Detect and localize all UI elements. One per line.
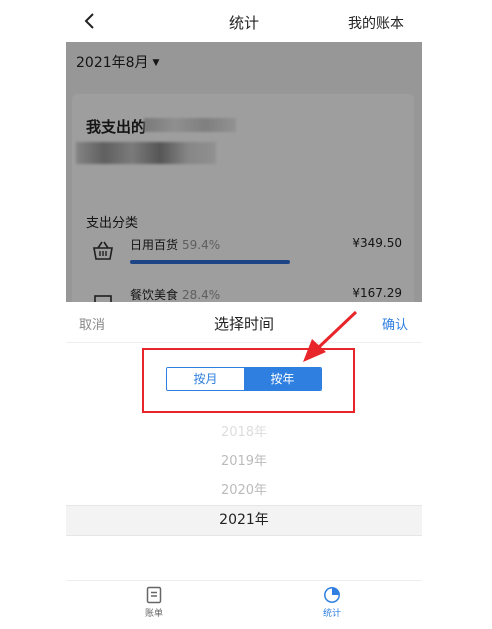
year-option[interactable]: 2018年 <box>66 418 422 447</box>
time-picker-sheet: 取消 选择时间 确认 按月 按年 2018年 2019年 2020年 2021年 <box>66 302 422 580</box>
my-ledger-link[interactable]: 我的账本 <box>348 13 404 33</box>
tab-bill[interactable]: 账单 <box>124 586 184 619</box>
sheet-header: 取消 选择时间 确认 <box>66 302 422 343</box>
confirm-button[interactable]: 确认 <box>382 314 408 333</box>
sheet-title: 选择时间 <box>213 315 274 333</box>
annotation-highlight-box <box>142 348 355 413</box>
tab-stats-label: 统计 <box>322 609 341 619</box>
top-nav: 统计 我的账本 <box>66 0 422 42</box>
phone-screen: 统计 我的账本 2021年8月 ▼ 我支出的 支出分类 日用百货 59.4% ¥34… <box>66 0 422 629</box>
tab-bill-label: 账单 <box>144 609 163 619</box>
year-picker[interactable]: 2018年 2019年 2020年 2021年 <box>66 418 422 578</box>
year-option[interactable]: 2020年 <box>66 476 422 505</box>
tab-stats[interactable]: 统计 <box>302 586 362 619</box>
year-option[interactable]: 2019年 <box>66 447 422 476</box>
pie-chart-icon <box>324 587 340 603</box>
bill-icon <box>146 586 162 604</box>
modal-overlay[interactable] <box>66 42 422 302</box>
tab-bar: 账单 统计 <box>66 580 422 629</box>
year-option-selected[interactable]: 2021年 <box>66 505 422 536</box>
